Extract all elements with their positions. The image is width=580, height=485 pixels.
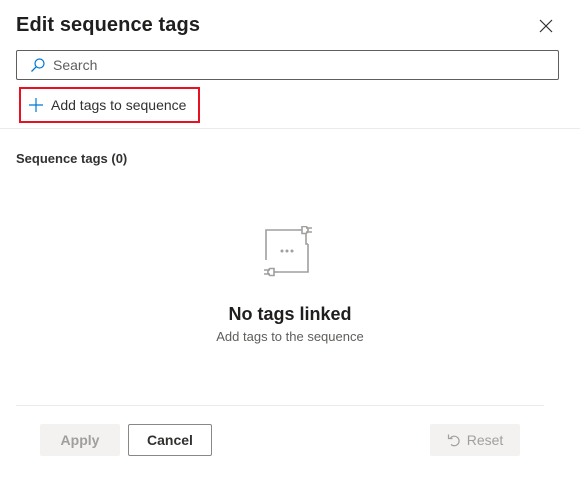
add-tags-label: Add tags to sequence: [51, 97, 187, 113]
reset-button[interactable]: Reset: [430, 424, 520, 456]
edit-sequence-tags-panel: Edit sequence tags Add tags to sequence …: [0, 0, 580, 485]
search-icon: [30, 57, 46, 73]
add-tags-to-sequence-button[interactable]: Add tags to sequence: [19, 87, 200, 123]
panel-title: Edit sequence tags: [16, 14, 201, 36]
empty-state-subtitle: Add tags to the sequence: [216, 329, 364, 344]
search-input[interactable]: [53, 57, 553, 73]
footer-divider: [16, 405, 544, 406]
plus-icon: [28, 97, 44, 113]
divider: [0, 128, 580, 129]
reset-label: Reset: [466, 432, 504, 448]
sequence-tags-heading: Sequence tags (0): [16, 151, 128, 166]
close-icon: [539, 19, 553, 38]
apply-button[interactable]: Apply: [40, 424, 120, 456]
empty-state-title: No tags linked: [228, 304, 352, 324]
plug-link-icon: [258, 225, 316, 280]
undo-icon: [447, 433, 461, 447]
apply-label: Apply: [60, 432, 100, 448]
close-button[interactable]: [534, 16, 558, 40]
cancel-button[interactable]: Cancel: [128, 424, 212, 456]
search-box[interactable]: [16, 50, 559, 80]
cancel-label: Cancel: [147, 432, 193, 448]
